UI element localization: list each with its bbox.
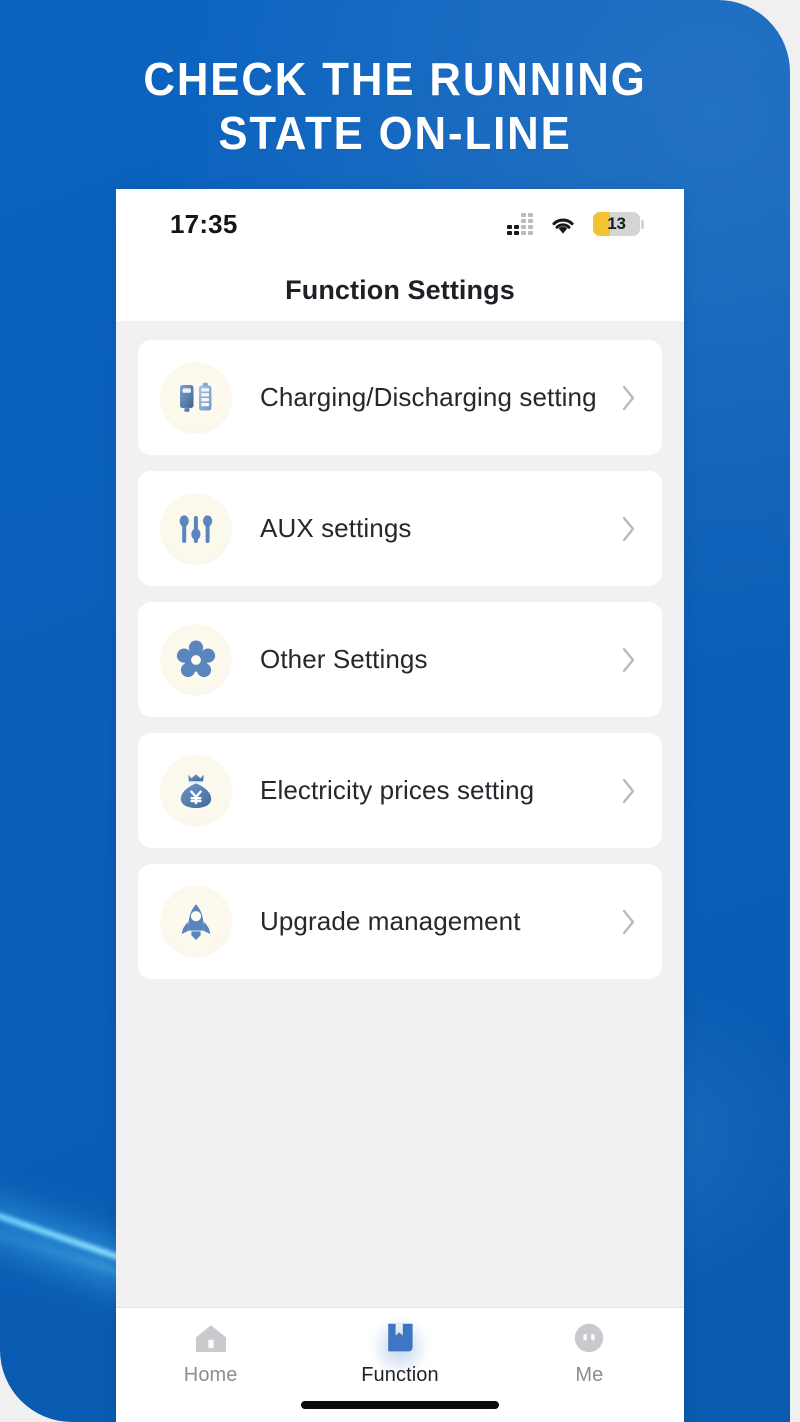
icon-badge	[160, 885, 232, 958]
settings-row-upgrade-management[interactable]: Upgrade management	[138, 864, 662, 979]
settings-list-container: Charging/Discharging setting AUX setting…	[116, 321, 684, 1307]
battery-cap-decoration	[641, 219, 644, 229]
status-bar: 17:35 13	[116, 189, 684, 259]
gear-flower-icon	[176, 640, 216, 677]
rocket-icon	[181, 903, 211, 940]
settings-row-label: Electricity prices setting	[260, 775, 535, 805]
icon-badge	[160, 492, 232, 565]
icon-badge	[160, 754, 232, 827]
settings-row-label: Upgrade management	[260, 906, 521, 936]
tab-home[interactable]: Home	[116, 1308, 305, 1422]
money-bag-yen-icon	[180, 773, 212, 808]
battery-level-label: 13	[607, 214, 626, 233]
chevron-right-icon	[618, 384, 640, 412]
chevron-right-icon	[618, 777, 640, 805]
status-bar-icons: 13	[507, 212, 644, 236]
sliders-icon	[179, 514, 213, 543]
settings-row-label: AUX settings	[260, 513, 412, 543]
bottom-tab-bar: Home Function Me	[116, 1307, 684, 1422]
avatar-face-icon	[572, 1321, 606, 1355]
icon-badge	[160, 623, 232, 696]
promo-headline: Check the running state on-line	[143, 53, 647, 159]
book-bookmark-icon	[383, 1321, 417, 1355]
chevron-right-icon	[618, 646, 640, 674]
status-bar-time: 17:35	[170, 209, 238, 239]
tab-home-label: Home	[183, 1364, 238, 1386]
page-title: Function Settings	[285, 274, 515, 305]
settings-row-electricity-prices[interactable]: Electricity prices setting	[138, 733, 662, 848]
phone-screen-mockup: 17:35 13 Function Settings Charging/Disc…	[116, 189, 684, 1422]
home-icon	[194, 1321, 228, 1355]
settings-row-label: Charging/Discharging setting	[260, 382, 597, 412]
home-indicator[interactable]	[301, 1401, 499, 1409]
settings-row-label: Other Settings	[260, 644, 428, 674]
chevron-right-icon	[618, 908, 640, 936]
icon-badge	[160, 361, 232, 434]
settings-row-aux-settings[interactable]: AUX settings	[138, 471, 662, 586]
tab-me[interactable]: Me	[495, 1308, 684, 1422]
settings-row-charging-discharging[interactable]: Charging/Discharging setting	[138, 340, 662, 455]
nav-bar: Function Settings	[116, 259, 684, 321]
tab-function-label: Function	[361, 1364, 439, 1386]
charger-and-battery-icon	[180, 382, 212, 412]
battery-low-power-icon: 13	[593, 212, 640, 236]
settings-row-other-settings[interactable]: Other Settings	[138, 602, 662, 717]
wifi-icon	[552, 218, 574, 234]
cellular-signal-dots-icon	[507, 213, 533, 235]
tab-me-label: Me	[575, 1364, 604, 1386]
chevron-right-icon	[618, 515, 640, 543]
